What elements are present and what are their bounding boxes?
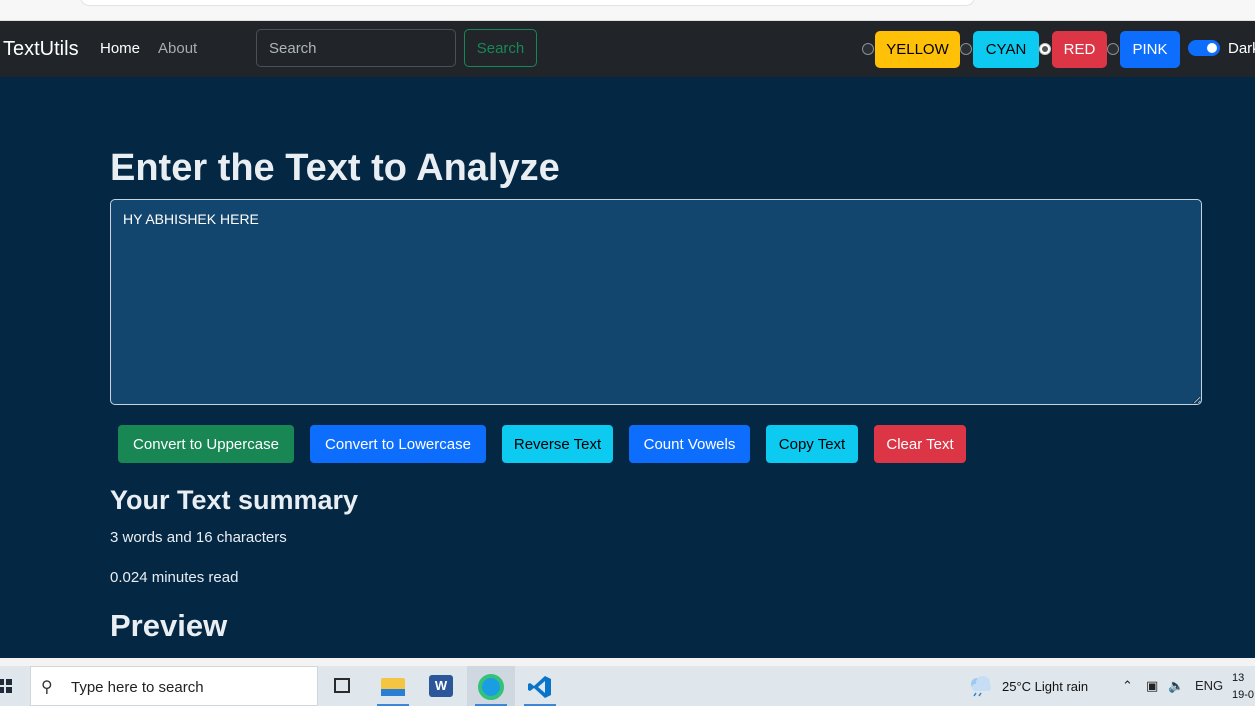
word-char-count: 3 words and 16 characters bbox=[110, 529, 287, 546]
task-view-button[interactable] bbox=[318, 666, 366, 706]
clock-date: 19-0 bbox=[1232, 689, 1255, 701]
system-clock[interactable]: 13 19-0 bbox=[1232, 670, 1254, 704]
search-input[interactable] bbox=[256, 29, 456, 67]
word-icon: W bbox=[429, 675, 453, 697]
reverse-text-button[interactable]: Reverse Text bbox=[502, 425, 613, 463]
meet-now-icon[interactable]: ▣ bbox=[1146, 678, 1158, 694]
word-button[interactable]: W bbox=[417, 666, 465, 706]
text-input-area[interactable]: HY ABHISHEK HERE bbox=[110, 199, 1202, 405]
lowercase-button[interactable]: Convert to Lowercase bbox=[310, 425, 486, 463]
theme-yellow-button[interactable]: YELLOW bbox=[875, 31, 960, 68]
theme-red-button[interactable]: RED bbox=[1052, 31, 1107, 68]
browser-address-bar[interactable] bbox=[80, 0, 975, 6]
nav-home-link[interactable]: Home bbox=[100, 40, 140, 57]
file-explorer-button[interactable] bbox=[369, 666, 417, 706]
theme-pink-button[interactable]: PINK bbox=[1120, 31, 1180, 68]
navbar: TextUtils Home About Search YELLOW CYAN … bbox=[0, 21, 1255, 77]
weather-text[interactable]: 25°C Light rain bbox=[1002, 679, 1088, 694]
clock-time: 13 bbox=[1232, 672, 1245, 684]
language-indicator[interactable]: ENG bbox=[1195, 678, 1223, 693]
search-icon: ⚲ bbox=[41, 679, 53, 696]
edge-icon bbox=[478, 674, 504, 700]
folder-icon bbox=[381, 678, 405, 696]
theme-radio-red[interactable] bbox=[1039, 43, 1051, 55]
copy-text-button[interactable]: Copy Text bbox=[766, 425, 858, 463]
weather-cloud-icon bbox=[971, 676, 991, 697]
theme-radio-pink[interactable] bbox=[1107, 43, 1119, 55]
uppercase-button[interactable]: Convert to Uppercase bbox=[118, 425, 294, 463]
vscode-button[interactable] bbox=[516, 666, 564, 706]
brand-logo[interactable]: TextUtils bbox=[3, 38, 79, 61]
search-button[interactable]: Search bbox=[464, 29, 537, 67]
dark-mode-toggle[interactable] bbox=[1188, 40, 1220, 56]
windows-start-icon[interactable] bbox=[0, 679, 12, 693]
summary-title: Your Text summary bbox=[110, 485, 359, 515]
taskbar-search-box[interactable]: ⚲ Type here to search bbox=[30, 666, 318, 706]
count-vowels-button[interactable]: Count Vowels bbox=[629, 425, 750, 463]
task-view-icon bbox=[334, 678, 350, 693]
chevron-up-icon[interactable]: ⌃ bbox=[1122, 678, 1133, 694]
taskbar-search-text: Type here to search bbox=[71, 679, 204, 696]
theme-radio-cyan[interactable] bbox=[960, 43, 972, 55]
read-time: 0.024 minutes read bbox=[110, 569, 239, 586]
preview-title: Preview bbox=[110, 608, 228, 643]
clear-text-button[interactable]: Clear Text bbox=[874, 425, 966, 463]
theme-radio-yellow[interactable] bbox=[862, 43, 874, 55]
windows-taskbar: ⚲ Type here to search W 25°C Light rain … bbox=[0, 666, 1255, 706]
page-heading: Enter the Text to Analyze bbox=[110, 147, 560, 189]
dark-mode-label: Dark bbox=[1228, 40, 1255, 57]
vscode-icon bbox=[528, 676, 551, 698]
volume-icon[interactable]: 🔈 bbox=[1168, 678, 1184, 694]
nav-about-link[interactable]: About bbox=[158, 40, 197, 57]
main-content: Enter the Text to Analyze HY ABHISHEK HE… bbox=[0, 77, 1255, 658]
edge-button[interactable] bbox=[467, 666, 515, 706]
theme-cyan-button[interactable]: CYAN bbox=[973, 31, 1039, 68]
browser-top-bar bbox=[0, 0, 1255, 21]
